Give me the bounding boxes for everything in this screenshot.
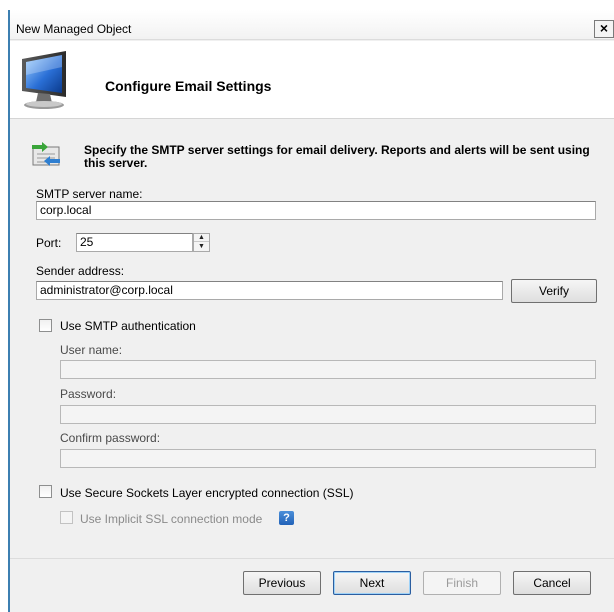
title-bar[interactable]: New Managed Object × [10, 10, 614, 40]
close-icon: × [599, 20, 609, 36]
password-input[interactable] [60, 405, 596, 424]
ssl-checkbox[interactable] [39, 485, 52, 498]
desktop-strip [0, 0, 614, 10]
confirm-password-label: Confirm password: [60, 431, 161, 445]
window-title: New Managed Object [16, 22, 132, 36]
confirm-password-input[interactable] [60, 449, 596, 468]
smtp-auth-label: Use SMTP authentication [60, 319, 196, 333]
page-title: Configure Email Settings [105, 78, 272, 94]
instructions-text: Specify the SMTP server settings for ema… [84, 143, 590, 170]
sender-address-label: Sender address: [36, 264, 125, 278]
footer-divider [10, 558, 614, 559]
implicit-ssl-label: Use Implicit SSL connection mode [80, 512, 263, 526]
wizard-header: Configure Email Settings [10, 41, 614, 119]
smtp-auth-checkbox[interactable] [39, 319, 52, 332]
password-label: Password: [60, 387, 117, 401]
close-button[interactable]: × [594, 20, 614, 38]
sender-address-input[interactable]: administrator@corp.local [36, 281, 503, 300]
port-spinner[interactable]: ▲ ▼ [193, 233, 210, 252]
spinner-down-icon[interactable]: ▼ [194, 243, 209, 251]
port-input[interactable]: 25 [76, 233, 193, 252]
smtp-server-label: SMTP server name: [36, 187, 143, 201]
previous-button[interactable]: Previous [243, 571, 321, 595]
spinner-up-icon[interactable]: ▲ [194, 234, 209, 242]
finish-button[interactable]: Finish [423, 571, 501, 595]
verify-button[interactable]: Verify [511, 279, 597, 303]
email-transfer-icon [32, 142, 60, 166]
cancel-button[interactable]: Cancel [513, 571, 591, 595]
next-button[interactable]: Next [333, 571, 411, 595]
computer-monitor-icon [22, 51, 66, 109]
new-managed-object-dialog: New Managed Object × Configure Email Set… [8, 10, 614, 612]
help-icon[interactable]: ? [279, 511, 294, 525]
user-name-label: User name: [60, 343, 123, 357]
port-label: Port: [36, 236, 62, 250]
wizard-body: Specify the SMTP server settings for ema… [10, 120, 614, 612]
user-name-input[interactable] [60, 360, 596, 379]
implicit-ssl-checkbox[interactable] [60, 511, 73, 524]
smtp-server-input[interactable]: corp.local [36, 201, 596, 220]
ssl-label: Use Secure Sockets Layer encrypted conne… [60, 486, 354, 500]
